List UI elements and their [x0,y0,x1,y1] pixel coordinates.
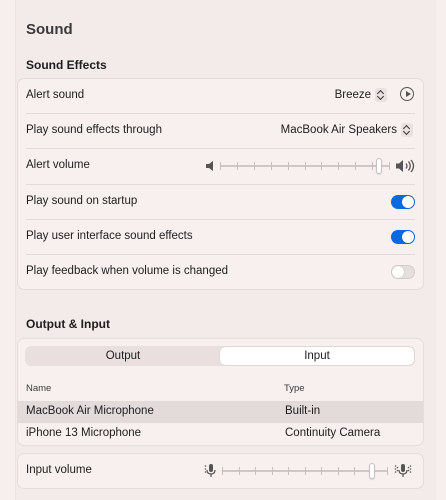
input-volume-group: Input volume [17,453,424,489]
input-volume-slider[interactable] [222,463,388,479]
output-input-group: Output Input Name Type MacBook Air Micro… [17,338,424,446]
startup-label: Play sound on startup [26,195,138,207]
slider-tick [354,467,355,475]
column-header-name[interactable]: Name [26,383,51,394]
slider-tick [305,162,306,170]
tab-input[interactable]: Input [220,347,414,365]
slider-tick [389,162,390,170]
feedback-label: Play feedback when volume is changed [26,265,229,277]
slider-tick [355,162,356,170]
slider-tick [222,467,223,475]
alert-sound-row: Alert sound Breeze [18,79,423,113]
device-row[interactable]: MacBook Air Microphone Built-in [18,401,423,423]
section-title-output-input: Output & Input [26,317,110,331]
slider-tick [288,162,289,170]
mic-low-icon [204,464,216,477]
alert-sound-label: Alert sound [26,89,85,101]
device-type: Continuity Camera [285,427,381,439]
input-volume-row: Input volume [18,454,423,488]
page-title: Sound [26,21,73,38]
ui-sounds-label: Play user interface sound effects [26,230,193,242]
speaker-low-icon [206,161,213,171]
play-through-popup[interactable]: MacBook Air Speakers [281,123,413,137]
slider-tick [237,162,238,170]
device-row[interactable]: iPhone 13 Microphone Continuity Camera [18,423,423,445]
slider-tick [255,467,256,475]
alert-volume-row: Alert volume [18,149,423,183]
feedback-row: Play feedback when volume is changed [18,255,423,289]
slider-thumb[interactable] [376,158,382,174]
slider-thumb[interactable] [369,463,375,479]
device-type: Built-in [285,405,321,417]
slider-tick [338,162,339,170]
play-through-label: Play sound effects through [26,124,162,136]
column-header-type[interactable]: Type [284,383,305,394]
slider-tick [272,467,273,475]
feedback-toggle[interactable] [391,265,415,279]
alert-sound-value: Breeze [334,89,371,101]
ui-sounds-toggle[interactable] [391,230,415,244]
device-name: MacBook Air Microphone [26,405,154,417]
speaker-high-icon [396,159,415,173]
slider-tick [372,162,373,170]
ui-sounds-row: Play user interface sound effects [18,220,423,254]
slider-tick [321,162,322,170]
alert-volume-label: Alert volume [26,159,90,171]
slider-tick [338,467,339,475]
play-through-row: Play sound effects through MacBook Air S… [18,114,423,148]
chevron-updown-icon [401,123,413,137]
sound-effects-group: Alert sound Breeze Play sound effects th… [17,78,424,290]
tab-output[interactable]: Output [26,347,220,365]
device-name: iPhone 13 Microphone [26,427,142,439]
section-title-sound-effects: Sound Effects [26,58,107,72]
play-through-value: MacBook Air Speakers [280,124,397,136]
mic-high-icon [394,464,412,477]
play-icon[interactable] [400,87,414,101]
slider-tick [321,467,322,475]
slider-tick [288,467,289,475]
startup-row: Play sound on startup [18,185,423,219]
slider-tick [387,467,388,475]
slider-tick [305,467,306,475]
startup-toggle[interactable] [391,195,415,209]
chevron-updown-icon [375,88,387,102]
input-volume-label: Input volume [26,464,92,476]
slider-tick [239,467,240,475]
alert-sound-popup[interactable]: Breeze [335,88,387,102]
output-input-segmented-control: Output Input [25,346,415,366]
slider-tick [254,162,255,170]
slider-tick [271,162,272,170]
slider-tick [220,162,221,170]
alert-volume-slider[interactable] [220,158,390,174]
